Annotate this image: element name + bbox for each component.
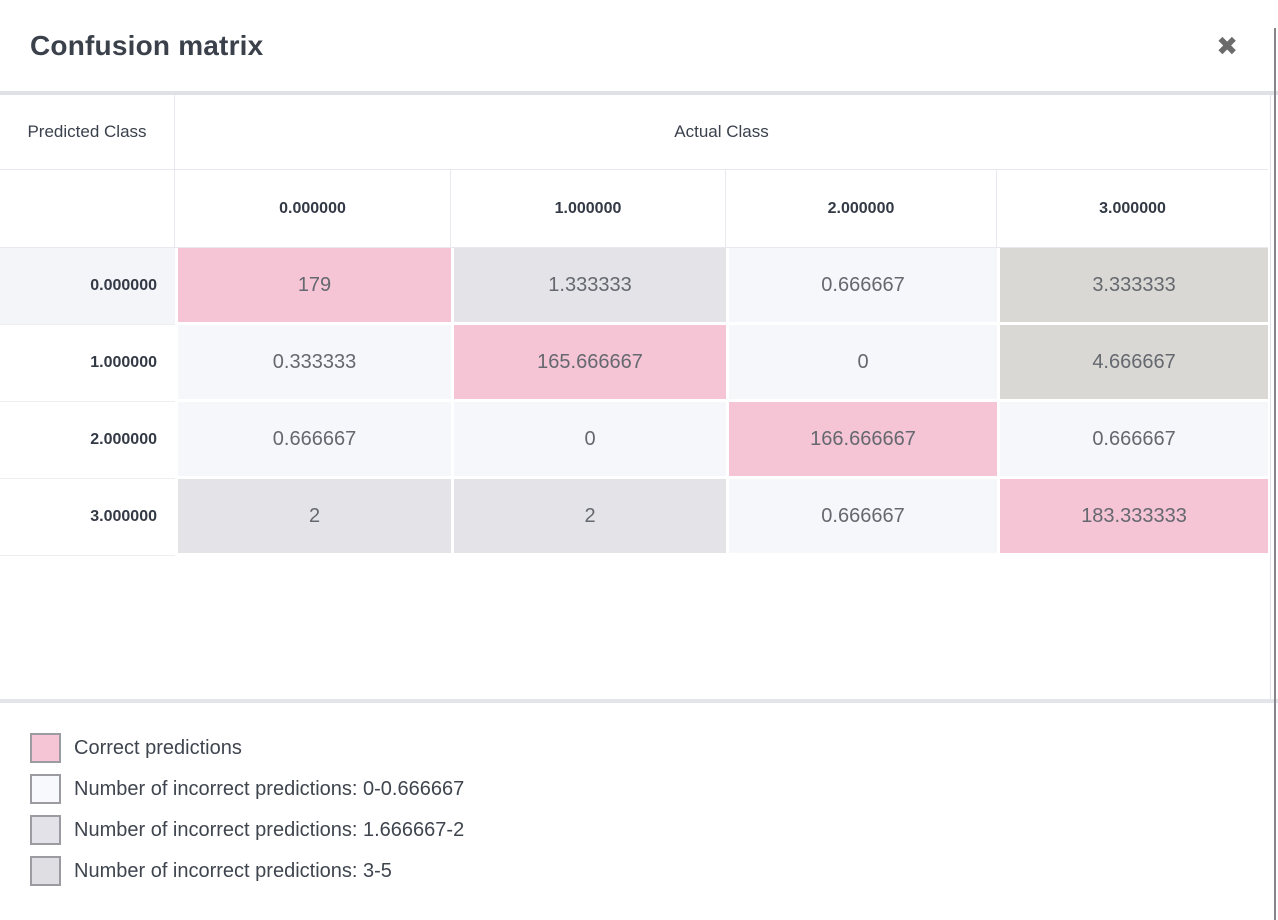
matrix-cell-mid: 1.333333: [451, 248, 726, 325]
matrix-cell-low: 0.666667: [997, 402, 1268, 479]
matrix-cell-correct: 183.333333: [997, 479, 1268, 556]
matrix-row: 3.000000220.666667183.333333: [0, 479, 1268, 556]
matrix-section: Predicted Class Actual Class 0.0000001.0…: [0, 95, 1271, 699]
column-header-row: 0.0000001.0000002.0000003.000000: [0, 170, 1268, 248]
close-button[interactable]: ✖: [1212, 29, 1242, 63]
matrix-row: 0.0000001791.3333330.6666673.333333: [0, 248, 1268, 325]
corner-cell: [0, 170, 175, 248]
column-header: 0.000000: [175, 170, 451, 248]
legend-swatch-correct-icon: [30, 733, 61, 763]
legend-label: Number of incorrect predictions: 1.66666…: [74, 819, 464, 842]
legend-swatch-low-icon: [30, 774, 61, 804]
legend-swatch-high-icon: [30, 856, 61, 886]
confusion-matrix-dialog: Confusion matrix ✖ Predicted Class Actua…: [0, 0, 1278, 886]
matrix-cell-correct: 166.666667: [726, 402, 997, 479]
actual-class-header: Actual Class: [175, 95, 1268, 170]
matrix-cell-mid: 2: [175, 479, 451, 556]
row-header: 1.000000: [0, 325, 175, 402]
legend-swatch-mid-icon: [30, 815, 61, 845]
axis-header-row: Predicted Class Actual Class: [0, 95, 1268, 170]
legend-label: Correct predictions: [74, 737, 242, 760]
matrix-cell-high: 3.333333: [997, 248, 1268, 325]
matrix-cell-low: 0.666667: [175, 402, 451, 479]
legend: Correct predictions Number of incorrect p…: [0, 703, 1278, 886]
matrix-cell-low: 0: [451, 402, 726, 479]
close-icon: ✖: [1216, 31, 1238, 61]
dialog-title: Confusion matrix: [30, 30, 263, 62]
confusion-matrix-table: Predicted Class Actual Class 0.0000001.0…: [0, 95, 1268, 556]
matrix-cell-low: 0.666667: [726, 248, 997, 325]
matrix-cell-mid: 2: [451, 479, 726, 556]
legend-item: Number of incorrect predictions: 3-5: [30, 856, 1278, 886]
matrix-cell-low: 0: [726, 325, 997, 402]
column-header: 3.000000: [997, 170, 1268, 248]
column-header: 2.000000: [726, 170, 997, 248]
legend-item: Correct predictions: [30, 733, 1278, 763]
matrix-cell-correct: 179: [175, 248, 451, 325]
row-header: 3.000000: [0, 479, 175, 556]
legend-label: Number of incorrect predictions: 3-5: [74, 860, 392, 883]
legend-item: Number of incorrect predictions: 0-0.666…: [30, 774, 1278, 804]
matrix-row: 2.0000000.6666670166.6666670.666667: [0, 402, 1268, 479]
vertical-scrollbar[interactable]: [1274, 28, 1276, 920]
row-header: 0.000000: [0, 248, 175, 325]
legend-item: Number of incorrect predictions: 1.66666…: [30, 815, 1278, 845]
dialog-titlebar: Confusion matrix ✖: [0, 0, 1278, 95]
matrix-cell-low: 0.666667: [726, 479, 997, 556]
predicted-class-header: Predicted Class: [0, 95, 175, 170]
column-header: 1.000000: [451, 170, 726, 248]
matrix-cell-high: 4.666667: [997, 325, 1268, 402]
matrix-row: 1.0000000.333333165.66666704.666667: [0, 325, 1268, 402]
matrix-cell-correct: 165.666667: [451, 325, 726, 402]
matrix-cell-low: 0.333333: [175, 325, 451, 402]
row-header: 2.000000: [0, 402, 175, 479]
legend-label: Number of incorrect predictions: 0-0.666…: [74, 778, 464, 801]
